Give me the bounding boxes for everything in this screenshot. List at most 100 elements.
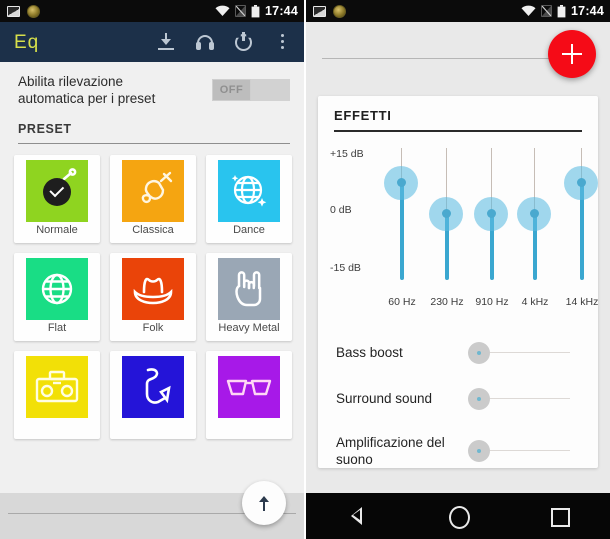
download-icon[interactable]	[156, 32, 176, 52]
auto-detect-label: Abilita rilevazione automatica per i pre…	[18, 74, 156, 106]
preset-swatch	[26, 258, 88, 320]
right-top-area	[306, 22, 610, 96]
preset-card-boombox[interactable]	[14, 351, 100, 439]
screenshot-root: 17:44 Eq Abilita rilevazione automatica	[0, 0, 610, 539]
power-icon[interactable]	[234, 32, 254, 52]
effect-slider[interactable]	[460, 341, 584, 364]
eq-band-thumb[interactable]	[564, 165, 598, 200]
preset-card-label: Heavy Metal	[218, 322, 280, 334]
preset-swatch	[122, 258, 184, 320]
status-bar-right: 17:44	[306, 0, 610, 22]
eq-axis-label-zero: 0 dB	[330, 203, 352, 216]
eq-band-list: 60 Hz 230 Hz 910 Hz 4 kHz 14 kHz	[380, 144, 608, 308]
preset-card-heavy-metal[interactable]: Heavy Metal	[206, 253, 292, 341]
saxophone-icon	[145, 368, 171, 404]
arrow-up-icon	[258, 495, 271, 511]
status-bar-right-icons: 17:44	[215, 4, 298, 18]
eq-band[interactable]: 4 kHz	[513, 144, 557, 308]
eq-axis-label-max: +15 dB	[330, 147, 364, 160]
left-phone-screen: 17:44 Eq Abilita rilevazione automatica	[0, 0, 304, 539]
app-badge-icon	[333, 4, 346, 18]
preset-card-folk[interactable]: Folk	[110, 253, 196, 341]
wifi-icon	[521, 5, 536, 16]
preset-swatch	[26, 160, 88, 222]
effect-label: Bass boost	[336, 345, 403, 361]
preset-card-flat[interactable]: Flat	[14, 253, 100, 341]
preset-card-label: Folk	[142, 322, 164, 334]
eq-band-thumb[interactable]	[474, 196, 508, 231]
effect-slider-thumb[interactable]	[468, 439, 490, 462]
wifi-icon	[215, 5, 230, 16]
preset-card-saxophone[interactable]	[110, 351, 196, 439]
effect-slider-thumb[interactable]	[468, 387, 490, 410]
eq-band-thumb[interactable]	[384, 165, 418, 200]
effect-slider[interactable]	[460, 387, 584, 410]
preset-row: Normale Classica Dance	[14, 155, 292, 243]
signal-off-icon	[235, 5, 246, 17]
preset-swatch	[122, 356, 184, 418]
add-preset-fab[interactable]	[548, 30, 596, 78]
eq-band-frequency-label: 4 kHz	[521, 295, 549, 308]
eq-band-frequency-label: 230 Hz	[430, 295, 464, 308]
globe-icon	[41, 273, 73, 305]
preset-card-dance[interactable]: Dance	[206, 155, 292, 243]
preset-card-label: Flat	[47, 322, 67, 334]
effects-card: EFFETTI +15 dB 0 dB -15 dB 60 Hz 230 Hz 91…	[318, 96, 598, 468]
preset-section-header: PRESET	[0, 120, 304, 144]
effect-slider-track	[482, 449, 570, 451]
effect-slider[interactable]	[460, 439, 584, 462]
eq-band-thumb[interactable]	[517, 196, 551, 231]
status-bar-left-icons	[313, 4, 346, 18]
preset-row: Flat Folk Heavy Metal	[14, 253, 292, 341]
plus-icon	[562, 44, 582, 64]
scroll-to-top-fab[interactable]	[242, 481, 286, 525]
sunglasses-icon	[226, 379, 272, 396]
boombox-icon	[35, 370, 79, 403]
equalizer: +15 dB 0 dB -15 dB 60 Hz 230 Hz 910 Hz 4 kH…	[318, 138, 598, 308]
eq-band[interactable]: 60 Hz	[380, 144, 424, 308]
status-bar-clock: 17:44	[265, 4, 298, 18]
effect-slider-list: Bass boost Surround sound Amplificazione d…	[318, 341, 598, 468]
signal-off-icon	[541, 5, 552, 17]
eq-band[interactable]: 230 Hz	[425, 144, 469, 308]
right-phone-screen: 17:44 EFFETTI +15 dB 0 dB -15 dB 60 Hz 23…	[306, 0, 610, 539]
nav-bar-right	[306, 493, 610, 539]
auto-detect-toggle-value: OFF	[219, 84, 244, 96]
effect-row: Amplificazione del suono	[336, 434, 584, 468]
status-bar-left-icons	[7, 4, 40, 18]
preset-swatch	[218, 356, 280, 418]
battery-icon	[557, 4, 566, 17]
top-divider	[322, 58, 555, 59]
violin-icon	[141, 171, 173, 204]
nav-home[interactable]	[445, 503, 471, 529]
headphones-icon[interactable]	[195, 32, 215, 52]
preset-card-label: Dance	[233, 224, 265, 236]
status-bar-left: 17:44	[0, 0, 304, 22]
preset-card-label: Classica	[132, 224, 174, 236]
auto-detect-toggle[interactable]: OFF	[212, 79, 290, 101]
disco-globe-icon	[231, 175, 267, 207]
auto-detect-toggle-thumb[interactable]: OFF	[212, 79, 251, 101]
preset-card-normale[interactable]: Normale	[14, 155, 100, 243]
eq-band[interactable]: 14 kHz	[560, 144, 604, 308]
eq-band-frequency-label: 60 Hz	[388, 295, 416, 308]
nav-back[interactable]	[344, 503, 370, 529]
preset-card-sunglasses[interactable]	[206, 351, 292, 439]
status-bar-clock: 17:44	[571, 4, 604, 18]
auto-detect-row: Abilita rilevazione automatica per i pre…	[0, 62, 304, 120]
effect-slider-thumb[interactable]	[468, 341, 490, 364]
effect-slider-track	[482, 397, 570, 399]
cowboy-hat-icon	[133, 277, 173, 305]
overflow-menu-icon[interactable]	[273, 32, 293, 52]
eq-band-thumb[interactable]	[429, 196, 463, 231]
eq-band[interactable]: 910 Hz	[470, 144, 514, 308]
screenshot-icon	[7, 5, 20, 17]
preset-swatch	[122, 160, 184, 222]
preset-swatch	[218, 160, 280, 222]
eq-band-frequency-label: 910 Hz	[475, 295, 509, 308]
effect-label: Amplificazione del suono	[336, 434, 445, 467]
preset-selected-check	[43, 178, 71, 207]
nav-recents[interactable]	[546, 503, 572, 529]
preset-card-classica[interactable]: Classica	[110, 155, 196, 243]
battery-icon	[251, 4, 260, 17]
